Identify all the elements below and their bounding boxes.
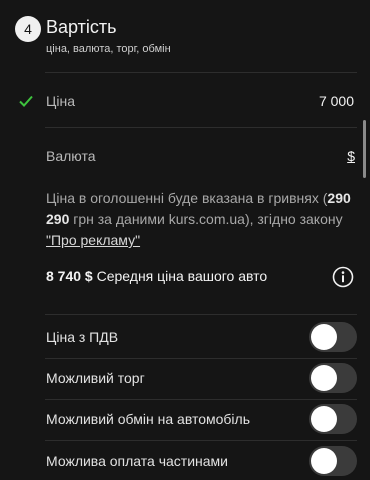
toggle-row-vat[interactable]: Ціна з ПДВ bbox=[0, 320, 370, 356]
toggle-knob bbox=[311, 324, 337, 350]
toggle-row-exchange[interactable]: Можливий обмін на автомобіль bbox=[0, 402, 370, 438]
bargain-toggle[interactable] bbox=[309, 363, 357, 393]
price-input[interactable]: 7 000 bbox=[319, 93, 354, 109]
note-text: Ціна в оголошенні буде вказана в гривнях… bbox=[46, 190, 328, 206]
price-note: Ціна в оголошенні буде вказана в гривнях… bbox=[46, 188, 358, 251]
check-icon bbox=[19, 95, 33, 107]
divider bbox=[45, 399, 357, 400]
divider bbox=[45, 127, 357, 128]
average-price-label: Середня ціна вашого авто bbox=[92, 268, 268, 284]
divider bbox=[45, 314, 357, 315]
currency-select[interactable]: $ bbox=[347, 148, 355, 164]
exchange-toggle[interactable] bbox=[309, 404, 357, 434]
toggle-knob bbox=[311, 406, 337, 432]
divider bbox=[45, 358, 357, 359]
average-price-value: 8 740 $ bbox=[46, 268, 93, 284]
toggle-row-installments[interactable]: Можлива оплата частинами bbox=[0, 444, 370, 480]
divider bbox=[45, 72, 357, 73]
toggle-knob bbox=[311, 448, 337, 474]
divider bbox=[45, 440, 357, 441]
toggle-label: Можливий торг bbox=[46, 370, 145, 386]
step-header: 4 Вартість ціна, валюта, торг, обмін bbox=[15, 16, 355, 60]
advertising-law-link[interactable]: "Про рекламу" bbox=[46, 232, 140, 248]
info-icon[interactable] bbox=[332, 266, 354, 288]
price-label: Ціна bbox=[46, 93, 75, 109]
vat-toggle[interactable] bbox=[309, 322, 357, 352]
toggle-knob bbox=[311, 365, 337, 391]
toggle-row-bargain[interactable]: Можливий торг bbox=[0, 361, 370, 397]
average-price: 8 740 $ Середня ціна вашого авто bbox=[46, 268, 267, 284]
toggle-label: Ціна з ПДВ bbox=[46, 329, 119, 345]
step-subtitle: ціна, валюта, торг, обмін bbox=[46, 43, 171, 55]
scrollbar[interactable] bbox=[363, 120, 366, 178]
step-title: Вартість bbox=[46, 17, 117, 37]
step-number-badge: 4 bbox=[15, 16, 41, 42]
note-text: грн за даними kurs.com.ua), згідно закон… bbox=[69, 211, 343, 227]
price-row[interactable]: Ціна 7 000 bbox=[0, 90, 370, 112]
toggle-label: Можливий обмін на автомобіль bbox=[46, 411, 250, 427]
toggle-label: Можлива оплата частинами bbox=[46, 453, 228, 469]
currency-row[interactable]: Валюта $ bbox=[0, 145, 370, 167]
currency-label: Валюта bbox=[46, 148, 96, 164]
installments-toggle[interactable] bbox=[309, 446, 357, 476]
